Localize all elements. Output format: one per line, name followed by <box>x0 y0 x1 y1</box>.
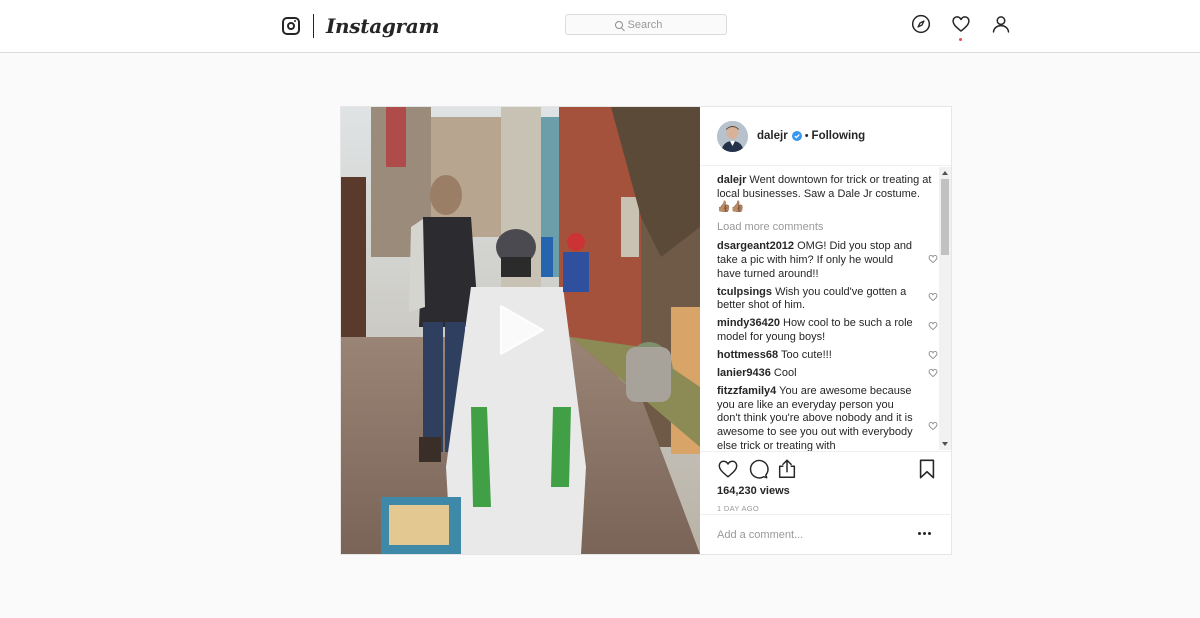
comment-like-heart-icon[interactable] <box>928 368 938 378</box>
comment-like-heart-icon[interactable] <box>928 321 938 331</box>
comment-item: dsargeant2012 OMG! Did you stop and take… <box>717 240 938 281</box>
comments-list[interactable]: dalejr Went downtown for trick or treati… <box>717 174 938 451</box>
search-box[interactable] <box>565 14 727 35</box>
post-card: dalejr • Following dalejr Went downtown … <box>340 106 952 555</box>
share-icon[interactable] <box>776 458 798 480</box>
more-dot <box>928 532 931 535</box>
separator-dot: • <box>804 130 809 142</box>
search-input[interactable] <box>627 18 678 31</box>
comment-item: tculpsings Wish you could've gotten a be… <box>717 286 938 313</box>
profile-icon[interactable] <box>991 14 1011 34</box>
avatar-image <box>717 120 748 152</box>
post-sidebar: dalejr • Following dalejr Went downtown … <box>700 107 952 554</box>
more-dot <box>923 532 926 535</box>
add-comment-bar <box>700 514 952 554</box>
brand-divider <box>313 14 314 38</box>
caption-username[interactable]: dalejr <box>717 174 746 186</box>
more-dot <box>918 532 921 535</box>
avatar[interactable] <box>717 120 748 152</box>
comment-text: Cool <box>773 367 797 380</box>
comment-item: mindy36420 How cool to be such a role mo… <box>717 317 938 344</box>
view-count[interactable]: 164,230 views <box>717 485 790 497</box>
compass-icon[interactable] <box>911 14 931 34</box>
comment-username[interactable]: fitzzfamily4 <box>717 385 776 397</box>
comment-username[interactable]: lanier9436 <box>717 367 771 379</box>
caption-text: Went downtown for trick or treating at l… <box>717 174 932 200</box>
comment-like-heart-icon[interactable] <box>928 292 938 302</box>
scroll-up-arrow-icon[interactable] <box>942 171 948 175</box>
load-more-comments-button[interactable]: Load more comments <box>717 221 938 235</box>
more-options-icon[interactable] <box>918 532 931 535</box>
comment-item: lanier9436 Cool <box>717 367 938 381</box>
comment-item: hottmess68 Too cute!!! <box>717 349 938 363</box>
comment-text: Too cute!!! <box>781 349 832 362</box>
comment-username[interactable]: hottmess68 <box>717 349 778 361</box>
heart-icon[interactable] <box>951 14 971 34</box>
post-video[interactable] <box>341 107 700 554</box>
play-icon[interactable] <box>497 303 547 357</box>
brand[interactable]: Instagram <box>282 12 440 40</box>
comment-bubble-icon[interactable] <box>747 458 769 480</box>
search-icon <box>614 20 623 29</box>
instagram-logo[interactable]: Instagram <box>326 14 440 38</box>
author-username[interactable]: dalejr <box>757 130 788 142</box>
post-timestamp[interactable]: 1 DAY AGO <box>717 504 759 513</box>
scrollbar-thumb[interactable] <box>941 179 949 255</box>
like-heart-icon[interactable] <box>717 458 739 480</box>
comment-username[interactable]: dsargeant2012 <box>717 240 794 252</box>
verified-badge-icon <box>791 131 802 141</box>
comment-like-heart-icon[interactable] <box>928 421 938 431</box>
comment-like-heart-icon[interactable] <box>928 350 938 360</box>
comment-username[interactable]: tculpsings <box>717 286 772 298</box>
caption-emoji: 👍🏽👍🏽 <box>717 201 745 214</box>
comment-item: fitzzfamily4 You are awesome because you… <box>717 385 938 451</box>
notification-dot <box>959 38 962 41</box>
post-header: dalejr • Following <box>700 107 952 166</box>
scroll-down-arrow-icon[interactable] <box>942 442 948 446</box>
comment-username[interactable]: mindy36420 <box>717 317 780 329</box>
top-navigation-bar: Instagram <box>0 0 1200 53</box>
post-caption: dalejr Went downtown for trick or treati… <box>717 174 938 215</box>
bookmark-icon[interactable] <box>916 458 938 480</box>
following-button[interactable]: Following <box>812 130 866 142</box>
comment-like-heart-icon[interactable] <box>928 254 938 264</box>
instagram-glyph-icon[interactable] <box>282 17 300 35</box>
post-actions: 164,230 views 1 DAY AGO <box>700 451 952 523</box>
add-comment-input[interactable] <box>717 528 897 541</box>
comments-scrollbar[interactable] <box>939 167 951 450</box>
